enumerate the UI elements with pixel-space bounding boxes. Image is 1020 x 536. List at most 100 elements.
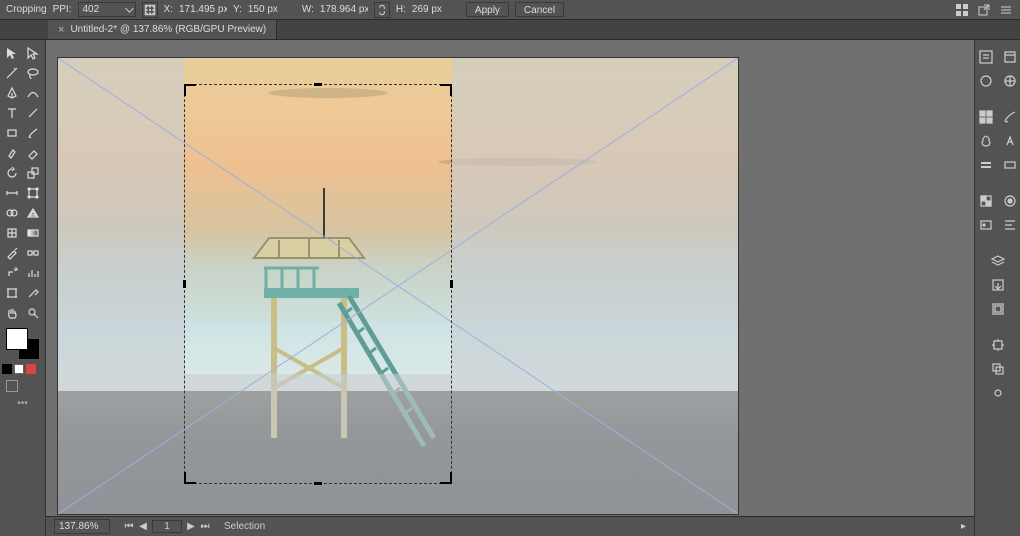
pathfinder-panel-icon[interactable] [987, 358, 1009, 380]
width-tool[interactable] [2, 184, 22, 202]
rectangle-tool[interactable] [2, 124, 22, 142]
w-input[interactable] [320, 4, 368, 15]
curvature-tool[interactable] [24, 84, 44, 102]
app-root: Cropping PPI: 402 X: Y: W: H: Apply Canc… [0, 0, 1020, 536]
column-graph-tool[interactable] [24, 264, 44, 282]
direct-selection-tool[interactable] [24, 44, 44, 62]
ppi-dropdown[interactable]: 402 [78, 2, 136, 17]
artboard-last-icon[interactable]: ⏭ [200, 521, 210, 532]
crop-handle-br[interactable] [440, 472, 452, 484]
eraser-tool[interactable] [24, 144, 44, 162]
cancel-button[interactable]: Cancel [515, 2, 564, 17]
crop-handle-tr[interactable] [440, 84, 452, 96]
panel-menu-icon[interactable] [998, 2, 1014, 18]
zoom-tool[interactable] [24, 304, 44, 322]
gradient-tool[interactable] [24, 224, 44, 242]
magic-wand-tool[interactable] [2, 64, 22, 82]
slice-tool[interactable] [24, 284, 44, 302]
reference-point-icon[interactable] [142, 2, 158, 18]
draw-mode-row [2, 380, 43, 392]
crop-handle-top[interactable] [314, 83, 322, 86]
shaper-tool[interactable] [2, 144, 22, 162]
asset-export-panel-icon[interactable] [987, 274, 1009, 296]
lasso-tool[interactable] [24, 64, 44, 82]
artboard-current[interactable]: 1 [152, 520, 182, 533]
artboard-next-icon[interactable]: ▶ [186, 521, 196, 532]
crop-handle-right[interactable] [450, 280, 453, 288]
y-input[interactable] [248, 4, 296, 15]
y-label: Y: [233, 4, 242, 15]
canvas-area[interactable]: 137.86% ⏮ ◀ 1 ▶ ⏭ Selection ▸ [46, 40, 974, 536]
perspective-grid-tool[interactable] [24, 204, 44, 222]
status-bar: 137.86% ⏮ ◀ 1 ▶ ⏭ Selection ▸ [46, 516, 974, 536]
links-panel-icon[interactable] [987, 382, 1009, 404]
edit-toolbar-icon[interactable]: ••• [2, 398, 43, 409]
artboard-prev-icon[interactable]: ◀ [138, 521, 148, 532]
selection-tool[interactable] [2, 44, 22, 62]
mini-swatch-white[interactable] [14, 364, 24, 374]
graphic-styles-panel-icon[interactable] [975, 214, 997, 236]
symbols-panel-icon[interactable] [975, 130, 997, 152]
transparency-panel-icon[interactable] [975, 190, 997, 212]
pen-tool[interactable] [2, 84, 22, 102]
hand-tool[interactable] [2, 304, 22, 322]
grid-picker-icon[interactable] [954, 2, 970, 18]
appearance-panel-icon[interactable] [999, 190, 1020, 212]
fill-color-swatch[interactable] [6, 328, 28, 350]
paintbrush-tool[interactable] [24, 124, 44, 142]
color-panel-icon[interactable] [975, 70, 997, 92]
symbol-sprayer-tool[interactable] [2, 264, 22, 282]
color-guide-panel-icon[interactable] [999, 70, 1020, 92]
mesh-tool[interactable] [2, 224, 22, 242]
eyedropper-tool[interactable] [2, 244, 22, 262]
x-input[interactable] [179, 4, 227, 15]
line-segment-tool[interactable] [24, 104, 44, 122]
workspace: ••• [0, 40, 1020, 536]
scale-tool[interactable] [24, 164, 44, 182]
crop-handle-bl[interactable] [184, 472, 196, 484]
close-tab-icon[interactable]: × [58, 24, 64, 36]
crop-selection[interactable] [184, 84, 452, 484]
status-mode: Selection [224, 521, 265, 532]
color-mode-row [2, 364, 43, 374]
tools-panel: ••• [0, 40, 46, 536]
swatches-panel-icon[interactable] [975, 106, 997, 128]
artboard-first-icon[interactable]: ⏮ [124, 521, 134, 532]
type-tool[interactable] [2, 104, 22, 122]
blend-tool[interactable] [24, 244, 44, 262]
zoom-level-field[interactable]: 137.86% [54, 519, 110, 534]
shape-builder-tool[interactable] [2, 204, 22, 222]
draw-normal-icon[interactable] [6, 380, 18, 392]
status-menu-icon[interactable]: ▸ [961, 521, 966, 532]
mini-swatch-accent[interactable] [26, 364, 36, 374]
gradient-panel-icon[interactable] [999, 154, 1020, 176]
x-label: X: [164, 4, 173, 15]
h-input[interactable] [412, 4, 460, 15]
crop-handle-bottom[interactable] [314, 482, 322, 485]
document-tab[interactable]: × Untitled-2* @ 137.86% (RGB/GPU Preview… [48, 20, 277, 39]
crop-handle-tl[interactable] [184, 84, 196, 96]
rotate-tool[interactable] [2, 164, 22, 182]
apply-button[interactable]: Apply [466, 2, 509, 17]
stroke-panel-icon[interactable] [975, 154, 997, 176]
brushes-panel-icon[interactable] [999, 106, 1020, 128]
w-label: W: [302, 4, 314, 15]
canvas-inner [58, 50, 962, 516]
artboard[interactable] [58, 58, 738, 514]
popout-icon[interactable] [976, 2, 992, 18]
crop-handle-left[interactable] [183, 280, 186, 288]
artboard-tool[interactable] [2, 284, 22, 302]
mini-swatch-black[interactable] [2, 364, 12, 374]
free-transform-tool[interactable] [24, 184, 44, 202]
transform-panel-icon[interactable] [987, 334, 1009, 356]
link-wh-icon[interactable] [374, 2, 390, 18]
artboards-panel-icon[interactable] [987, 298, 1009, 320]
align-panel-icon[interactable] [999, 214, 1020, 236]
properties-panel-icon[interactable] [975, 46, 997, 68]
chevron-down-icon [125, 4, 133, 12]
layers-panel-icon[interactable] [987, 250, 1009, 272]
libraries-panel-icon[interactable] [999, 46, 1020, 68]
color-swatches[interactable] [2, 328, 43, 360]
character-panel-icon[interactable] [999, 130, 1020, 152]
zoom-value: 137.86% [59, 521, 98, 532]
